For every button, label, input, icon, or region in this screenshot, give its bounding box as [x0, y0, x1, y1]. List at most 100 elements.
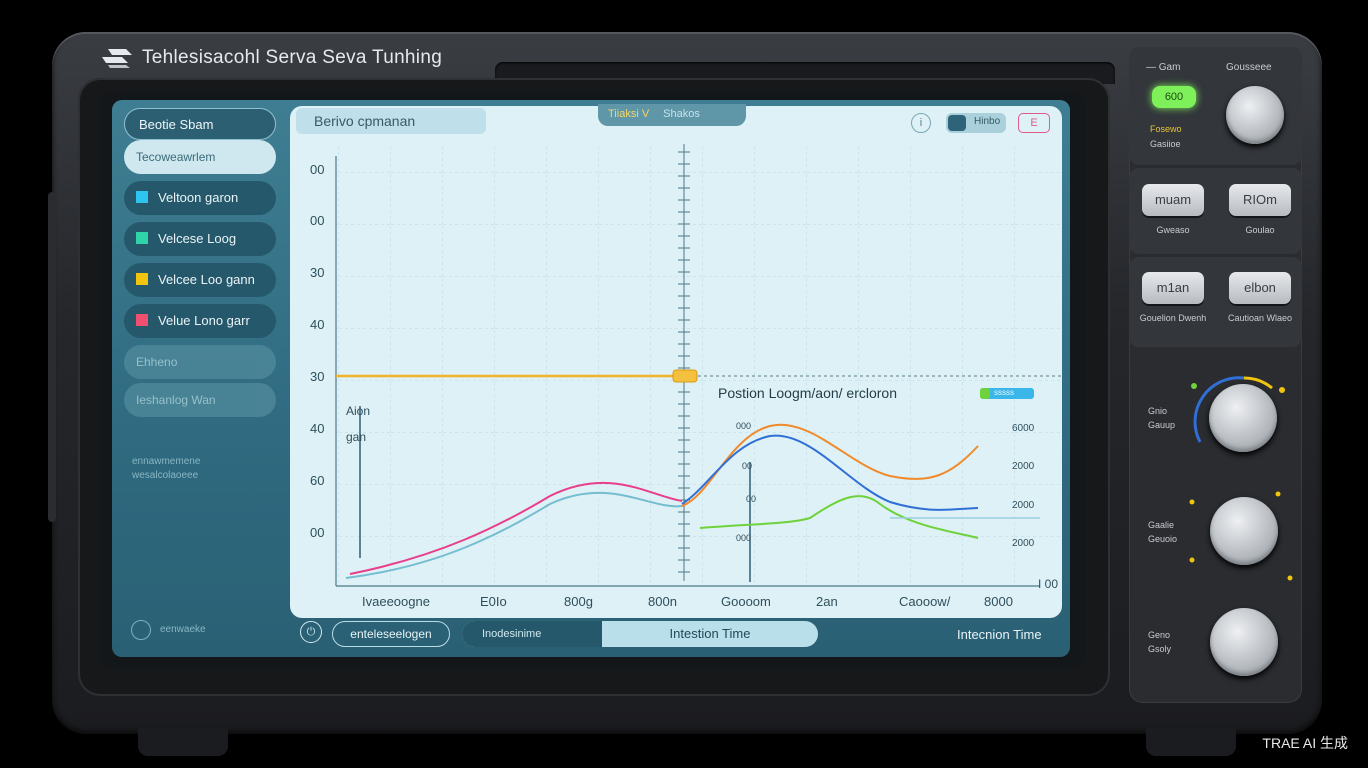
segmented-control[interactable]: Inodesinime Intestion Time — [462, 621, 818, 647]
swatch-cyan-icon — [136, 191, 148, 203]
tab-label: Tiiaksi — [608, 108, 639, 120]
led-caption: Gasiioe — [1150, 139, 1181, 149]
knob-label-line: Gauup — [1148, 420, 1176, 430]
y-axis-label: gan — [346, 430, 367, 444]
tuning-knob-1[interactable] — [1209, 384, 1277, 452]
knob-label: Gaalie Geuoio — [1148, 518, 1177, 546]
panel-button-4[interactable]: elbon — [1229, 272, 1291, 304]
x-tick: 800g — [564, 594, 593, 609]
sidebar-note: wesalcolaoeee — [132, 470, 199, 481]
tab-label-right: Shakos — [663, 108, 700, 120]
x-tick: Caooow/ — [899, 594, 951, 609]
panel-button-caption: Goulao — [1245, 225, 1275, 235]
segment-left[interactable]: Inodesinime — [462, 621, 602, 647]
inset-title: Postion Loogm/aon/ ercloron — [718, 385, 897, 401]
inset-y-tick: 00 — [742, 461, 753, 471]
tuning-knob-2[interactable] — [1210, 497, 1278, 565]
y-tick: 40 — [310, 317, 325, 332]
y-axis-label: Aion — [346, 404, 371, 418]
grid — [336, 146, 1062, 586]
sidebar-item-1[interactable]: Veltoon garon — [124, 181, 276, 215]
bottom-button[interactable]: enteleseelogen — [332, 621, 450, 647]
sidebar-item-6[interactable]: Ieshanlog Wan — [124, 383, 276, 417]
watermark: TRAE AI 生成 — [1262, 735, 1348, 751]
sidebar-note: ennawmemene — [132, 456, 201, 467]
power-icon[interactable]: ⏻ — [300, 621, 322, 643]
knob-label-line: Gaalie — [1148, 520, 1175, 530]
panel-label-text: Gam — [1158, 62, 1181, 73]
segment-right[interactable]: Intestion Time — [602, 621, 818, 647]
tuning-knob-3[interactable] — [1210, 608, 1278, 676]
x-tick: 800n — [648, 594, 677, 609]
x-tick: E0Io — [480, 594, 507, 609]
cursor-handle[interactable] — [672, 369, 698, 383]
top-tab[interactable]: Tiiaksi V Shakos — [598, 104, 746, 126]
panel-button-caption: Gweaso — [1156, 225, 1190, 235]
right-tick: 2000 — [1012, 461, 1035, 472]
device-foot-right — [1146, 728, 1236, 756]
device-foot-left — [138, 728, 228, 756]
knob-label-line: Geno — [1148, 630, 1171, 640]
inset-badge-accent — [980, 388, 990, 399]
sidebar-item-3[interactable]: Velcee Loo gann — [124, 263, 276, 297]
knob-label-line: Gsoly — [1148, 644, 1172, 654]
sidebar-item-label: Veltoon garon — [158, 190, 239, 205]
inset-badge: sssss — [994, 388, 1014, 397]
plot-area — [290, 106, 1062, 618]
panel-button-caption: Cautioan Wlaeo — [1227, 313, 1293, 323]
export-icon[interactable]: E — [1018, 113, 1050, 133]
inset-y-tick: 000 — [736, 421, 752, 431]
swatch-yellow-icon — [136, 273, 148, 285]
sidebar-item-active[interactable]: Tecoweawrlem — [124, 140, 276, 174]
y-tick: 60 — [310, 473, 325, 488]
y-tick: 30 — [310, 265, 325, 280]
sidebar-item-label: Velcee Loo gann — [158, 272, 255, 287]
y-tick: 00 — [310, 162, 325, 177]
panel-button-3[interactable]: m1an — [1142, 272, 1204, 304]
swatch-green-icon — [136, 232, 148, 244]
sidebar-item-4[interactable]: Velue Lono garr — [124, 304, 276, 338]
y-tick: 00 — [310, 525, 325, 540]
status-led: 600 — [1152, 86, 1196, 108]
y-tick: 40 — [310, 421, 325, 436]
app-title: Tehlesisacohl Serva Seva Tunhing — [100, 47, 442, 69]
panel-button-caption: Gouelion Dwenh — [1139, 313, 1207, 323]
panel-label: — Gam — [1146, 62, 1181, 73]
knob-label-line: Gnio — [1148, 406, 1168, 416]
x-tick: 2an — [816, 594, 838, 609]
panel-label: Gousseee — [1226, 62, 1272, 73]
y-tick: 30 — [310, 369, 325, 384]
x-tick: 8000 — [984, 594, 1013, 609]
x-tick: Goooom — [721, 594, 771, 609]
sidebar-item-label: Velcese Loog — [158, 231, 237, 246]
mode-toggle[interactable]: Hinbo — [946, 113, 1006, 133]
logo-icon — [102, 49, 132, 68]
knob-label-line: Geuoio — [1148, 534, 1178, 544]
sidebar-title-button[interactable]: Beotie Sbam — [124, 108, 276, 140]
plot-title: Berivo cpmanan — [296, 108, 486, 134]
bottom-right-label: Intecnion Time — [957, 627, 1042, 642]
panel-button-2[interactable]: RIOm — [1229, 184, 1291, 216]
inset-y-tick: 000 — [736, 533, 752, 543]
info-icon[interactable]: i — [911, 113, 931, 133]
tab-marker: V — [641, 108, 650, 120]
right-tick: 6000 — [1012, 423, 1035, 434]
inset-y-tick: 00 — [746, 494, 757, 504]
panel-button-1[interactable]: muam — [1142, 184, 1204, 216]
chart-canvas — [335, 144, 1062, 587]
swatch-red-icon — [136, 314, 148, 326]
x-end-label: I 00 — [1038, 577, 1059, 591]
sidebar-item-label: Velue Lono garr — [158, 313, 250, 328]
led-caption: Fosewo — [1150, 124, 1182, 134]
gain-knob[interactable] — [1226, 86, 1284, 144]
right-tick: 2000 — [1012, 538, 1035, 549]
sidebar-item-5[interactable]: Ehheno — [124, 345, 276, 379]
y-tick: 00 — [310, 213, 325, 228]
knob-label: Gnio Gauup — [1148, 404, 1175, 432]
right-tick: 2000 — [1012, 500, 1035, 511]
x-tick: Ivaeeoogne — [362, 594, 430, 609]
help-icon[interactable] — [131, 620, 151, 640]
sidebar-note: eenwaeke — [160, 624, 206, 635]
knob-label: Geno Gsoly — [1148, 628, 1171, 656]
sidebar-item-2[interactable]: Velcese Loog — [124, 222, 276, 256]
